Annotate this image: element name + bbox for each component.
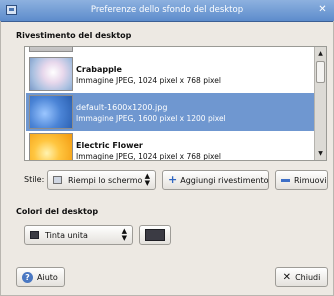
- add-wallpaper-label: Aggiungi rivestimento: [180, 175, 269, 185]
- plus-icon: +: [168, 173, 178, 186]
- list-scrollbar[interactable]: ▲ ▼: [314, 47, 326, 160]
- wallpaper-thumbnail: [29, 95, 73, 129]
- window-title: Preferenze dello sfondo del desktop: [90, 5, 244, 15]
- wallpaper-description: Immagine JPEG, 1024 pixel x 768 pixel: [76, 152, 221, 161]
- color-fill-value: Tinta unita: [45, 230, 88, 240]
- style-combobox[interactable]: Riempi lo schermo ▲ ▼: [47, 170, 156, 190]
- close-label: Chiudi: [295, 272, 321, 282]
- help-button[interactable]: ? Aiuto: [16, 267, 65, 287]
- wallpaper-thumbnail: [29, 47, 73, 52]
- wallpaper-row-selected[interactable]: default-1600x1200.jpg Immagine JPEG, 160…: [26, 93, 314, 131]
- wallpaper-name: Electric Flower: [76, 141, 143, 150]
- wallpaper-list[interactable]: Crabapple Immagine JPEG, 1024 pixel x 76…: [24, 46, 327, 161]
- color-picker-button[interactable]: [139, 225, 171, 245]
- wallpaper-thumbnail: [29, 133, 73, 160]
- wallpaper-row[interactable]: Crabapple Immagine JPEG, 1024 pixel x 76…: [26, 55, 314, 93]
- wallpaper-description: Immagine JPEG, 1024 pixel x 768 pixel: [76, 76, 221, 85]
- help-label: Aiuto: [37, 272, 58, 282]
- wallpaper-row[interactable]: Electric Flower Immagine JPEG, 1024 pixe…: [26, 131, 314, 161]
- scroll-up-arrow-icon[interactable]: ▲: [316, 49, 325, 58]
- style-value: Riempi lo schermo: [68, 175, 143, 185]
- title-bar: Preferenze dello sfondo del desktop ✕: [0, 0, 334, 22]
- colors-section-label: Colori del desktop: [16, 207, 99, 216]
- wallpaper-section-label: Rivestimento del desktop: [16, 31, 132, 40]
- remove-wallpaper-button[interactable]: Rimuovi: [275, 170, 328, 190]
- fill-screen-icon: [53, 176, 62, 184]
- color-swatch: [145, 229, 165, 241]
- style-label: Stile:: [24, 175, 45, 184]
- wallpaper-thumbnail: [29, 57, 73, 91]
- updown-arrows-icon: ▲ ▼: [144, 172, 150, 187]
- wallpaper-name: default-1600x1200.jpg: [76, 103, 168, 112]
- color-fill-combobox[interactable]: Tinta unita ▲ ▼: [24, 225, 133, 245]
- minus-icon: [281, 178, 290, 182]
- solid-color-icon: [30, 231, 39, 239]
- close-x-icon: ✕: [282, 271, 292, 283]
- wallpaper-name: Crabapple: [76, 65, 122, 74]
- close-button[interactable]: ✕ Chiudi: [275, 267, 328, 287]
- remove-wallpaper-label: Rimuovi: [294, 175, 327, 185]
- updown-arrows-icon: ▲ ▼: [121, 227, 127, 242]
- scrollbar-thumb[interactable]: [316, 61, 325, 83]
- help-icon: ?: [22, 271, 33, 283]
- add-wallpaper-button[interactable]: + Aggiungi rivestimento: [162, 170, 269, 190]
- window-close-icon[interactable]: ✕: [317, 4, 328, 15]
- scroll-down-arrow-icon[interactable]: ▼: [316, 149, 325, 158]
- wallpaper-row-partial[interactable]: [26, 47, 314, 54]
- wallpaper-description: Immagine JPEG, 1600 pixel x 1200 pixel: [76, 114, 226, 123]
